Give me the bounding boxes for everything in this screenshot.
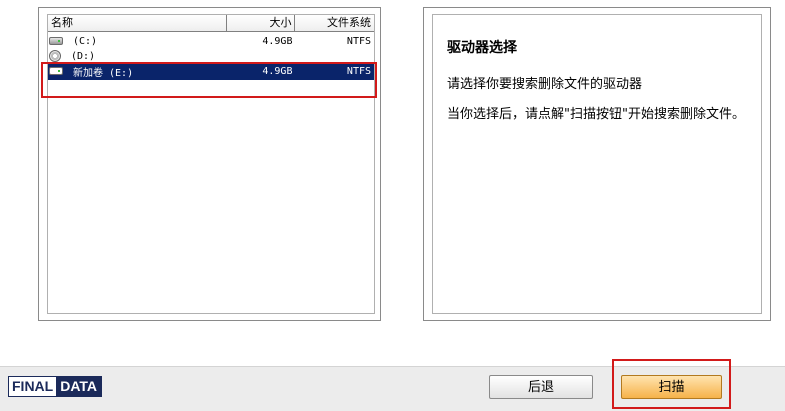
info-panel: 驱动器选择 请选择你要搜索删除文件的驱动器 当你选择后，请点解"扫描按钮"开始搜…	[423, 7, 771, 321]
drive-filesystem: NTFS	[346, 35, 372, 47]
info-hint: 当你选择后，请点解"扫描按钮"开始搜索删除文件。	[447, 107, 745, 122]
logo-text-final: FINAL	[9, 377, 57, 396]
drive-size: 4.9GB	[262, 35, 293, 47]
drive-name: (C:)	[73, 35, 98, 47]
drive-row-d[interactable]: (D:)	[48, 50, 374, 62]
scan-button[interactable]: 扫描	[621, 375, 722, 399]
drive-filesystem: NTFS	[295, 65, 374, 77]
info-panel-content: 驱动器选择 请选择你要搜索删除文件的驱动器 当你选择后，请点解"扫描按钮"开始搜…	[432, 14, 762, 314]
drive-list[interactable]: 名称 大小 文件系统 (C:) 4.9GB NTFS (D:) 新加卷 (E:)…	[47, 14, 375, 314]
drive-row-c[interactable]: (C:) 4.9GB NTFS	[48, 32, 374, 50]
drive-name: 新加卷 (E:)	[73, 63, 134, 79]
info-instruction: 请选择你要搜索删除文件的驱动器	[447, 77, 643, 92]
drive-list-panel: 名称 大小 文件系统 (C:) 4.9GB NTFS (D:) 新加卷 (E:)…	[38, 7, 381, 321]
drive-size: 4.9GB	[226, 65, 296, 77]
column-header-size[interactable]: 大小	[226, 15, 296, 31]
hard-drive-icon	[49, 67, 63, 75]
cd-drive-icon	[49, 50, 61, 62]
column-header-name[interactable]: 名称	[48, 15, 227, 31]
drive-list-header: 名称 大小 文件系统	[48, 15, 374, 32]
drive-row-e[interactable]: 新加卷 (E:) 4.9GB NTFS	[48, 62, 374, 80]
drive-name: (D:)	[71, 50, 96, 62]
hard-drive-icon	[49, 37, 63, 45]
back-button[interactable]: 后退	[489, 375, 593, 399]
column-header-filesystem[interactable]: 文件系统	[295, 15, 374, 31]
finaldata-logo: FINAL DATA	[8, 376, 103, 397]
footer-bar: FINAL DATA 后退 扫描	[0, 366, 785, 411]
info-title: 驱动器选择	[447, 40, 517, 56]
logo-text-data: DATA	[56, 377, 102, 396]
